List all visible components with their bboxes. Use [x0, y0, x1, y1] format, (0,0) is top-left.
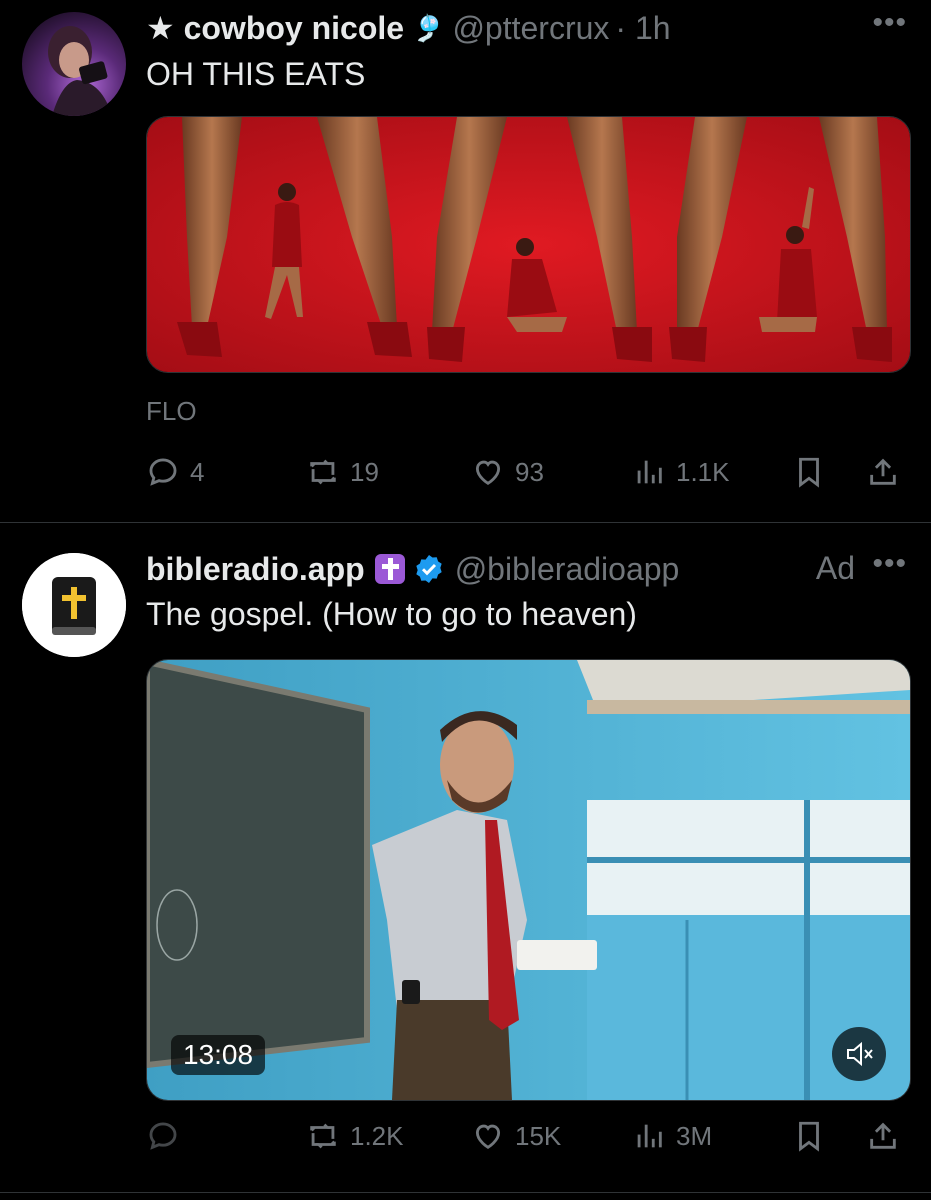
heart-icon — [475, 1124, 501, 1149]
bookmark-icon — [799, 1121, 819, 1152]
reply-button[interactable]: 4 — [146, 452, 204, 492]
repost-icon — [310, 459, 336, 485]
bookmark-button[interactable] — [792, 452, 836, 492]
ad-label: Ad — [815, 550, 855, 586]
wind-chime-emoji: 🎐 — [412, 12, 445, 43]
tweet-header: bibleradio.app @bibleradioapp — [146, 548, 679, 590]
views-button[interactable]: 1.1K — [632, 452, 730, 492]
tweet-image[interactable] — [146, 116, 911, 373]
video-duration: 13:08 — [171, 1035, 266, 1075]
like-button[interactable]: 93 — [471, 452, 544, 492]
view-count: 1.1K — [676, 456, 730, 487]
reply-count: 4 — [190, 456, 205, 487]
tweet-header: ★ cowboy nicole 🎐 @pttercrux · 1h — [146, 8, 671, 48]
repost-count: 1.2K — [350, 1120, 404, 1151]
media-caption: FLO — [146, 396, 197, 426]
tweet-text: The gospel. (How to go to heaven) — [146, 596, 637, 632]
mute-button[interactable] — [832, 1027, 886, 1081]
views-button[interactable]: 3M — [632, 1116, 712, 1156]
share-icon — [870, 458, 896, 485]
display-name[interactable]: bibleradio.app — [146, 551, 365, 588]
reply-button[interactable] — [146, 1116, 190, 1156]
share-button[interactable] — [866, 1116, 910, 1156]
bookmark-icon — [799, 457, 819, 488]
bookmark-button[interactable] — [792, 1116, 836, 1156]
repost-button[interactable]: 1.2K — [306, 1116, 404, 1156]
avatar[interactable] — [22, 12, 126, 116]
action-bar: 1.2K 15K 3M — [146, 1116, 906, 1156]
handle[interactable]: @pttercrux — [452, 10, 609, 47]
action-bar: 4 19 93 1.1K — [146, 452, 906, 492]
cross-emoji — [374, 554, 405, 584]
avatar[interactable] — [22, 553, 126, 657]
share-icon — [870, 1122, 896, 1149]
view-count: 3M — [676, 1120, 713, 1151]
repost-button[interactable]: 19 — [306, 452, 379, 492]
share-button[interactable] — [866, 452, 910, 492]
tweet-divider — [0, 1192, 931, 1193]
analytics-icon — [637, 1124, 662, 1148]
like-count: 93 — [515, 456, 544, 487]
timestamp[interactable]: · 1h — [615, 10, 670, 47]
analytics-icon — [637, 460, 662, 484]
handle[interactable]: @bibleradioapp — [455, 551, 680, 588]
verified-badge-icon — [416, 555, 442, 583]
tweet-cowboy-nicole[interactable]: ★ cowboy nicole 🎐 @pttercrux · 1h ••• OH… — [0, 0, 931, 522]
video-player[interactable]: 13:08 — [146, 659, 911, 1101]
reply-icon — [149, 458, 177, 486]
speaker-muted-icon — [847, 1041, 873, 1067]
more-options-icon[interactable]: ••• — [872, 6, 907, 40]
like-count: 15K — [515, 1120, 562, 1151]
display-name[interactable]: ★ cowboy nicole — [146, 9, 404, 47]
heart-icon — [475, 460, 501, 485]
tweet-bibleradio-ad[interactable]: bibleradio.app @bibleradioapp Ad ••• The… — [0, 523, 931, 1200]
repost-icon — [310, 1123, 336, 1149]
reply-icon — [149, 1122, 177, 1150]
like-button[interactable]: 15K — [471, 1116, 561, 1156]
more-options-icon[interactable]: ••• — [872, 547, 907, 581]
tweet-text: OH THIS EATS — [146, 56, 366, 92]
repost-count: 19 — [350, 456, 379, 487]
